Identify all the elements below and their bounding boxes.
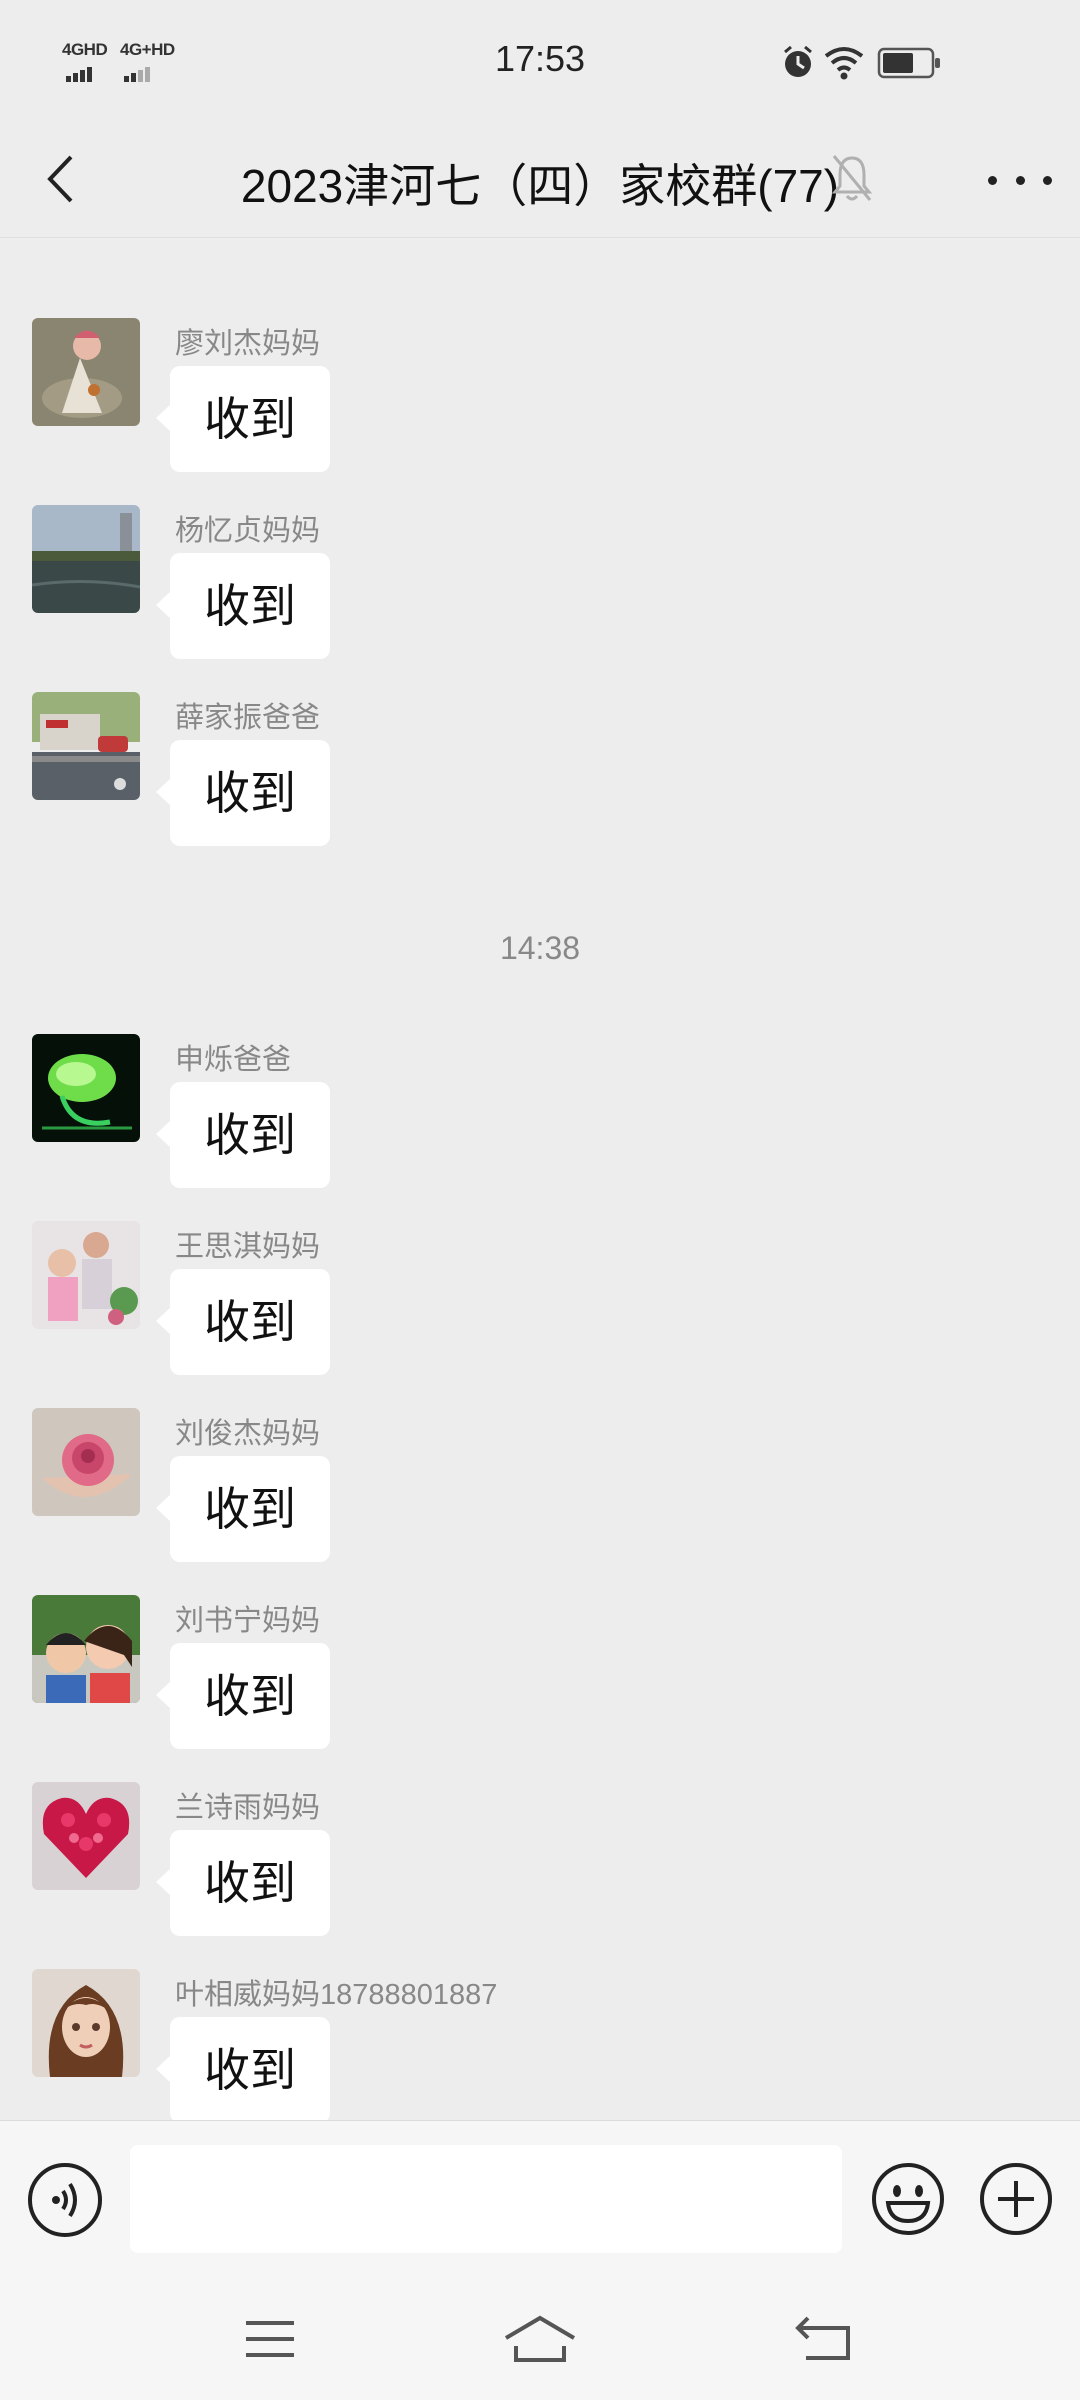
- plus-button[interactable]: [978, 2161, 1054, 2237]
- message-item: 廖刘杰妈妈 收到: [0, 318, 1080, 505]
- message-bubble[interactable]: 收到: [156, 553, 330, 659]
- voice-icon: [52, 2182, 77, 2218]
- more-icon: [988, 175, 997, 185]
- message-input[interactable]: [130, 2145, 842, 2253]
- chat-header: 2023津河七（四）家校群(77): [0, 120, 1080, 238]
- message-item: 叶相威妈妈18788801887 收到: [0, 1969, 1080, 2120]
- avatar[interactable]: [32, 1782, 140, 1890]
- avatar[interactable]: [32, 318, 140, 426]
- sender-name: 王思淇妈妈: [175, 1231, 321, 1263]
- message-bubble[interactable]: 收到: [156, 2017, 330, 2120]
- chat-timestamp: 14:38: [499, 930, 581, 966]
- message-bubble[interactable]: 收到: [156, 1456, 330, 1562]
- avatar[interactable]: [32, 505, 140, 613]
- status-bar: 4GHD 4G+HD 17:53: [0, 0, 1080, 120]
- more-button[interactable]: [988, 160, 1052, 200]
- sender-name: 申烁爸爸: [175, 1044, 292, 1076]
- home-icon: [504, 2315, 576, 2362]
- message-item: 薛家振爸爸 收到: [0, 692, 1080, 879]
- chat-screen: 4GHD 4G+HD 17:53 2023津河七（四）家校群(77) 廖刘杰妈妈…: [0, 0, 1080, 2400]
- message-bubble[interactable]: 收到: [156, 1830, 330, 1936]
- mute-bell-icon: [830, 150, 874, 206]
- message-bubble[interactable]: 收到: [156, 1082, 330, 1188]
- avatar[interactable]: [32, 1969, 140, 2077]
- avatar[interactable]: [32, 1221, 140, 1329]
- message-item: 申烁爸爸 收到: [0, 1034, 1080, 1221]
- message-item: 王思淇妈妈 收到: [0, 1221, 1080, 1408]
- nav-menu-button[interactable]: [230, 2304, 310, 2374]
- back-nav-icon: [795, 2316, 850, 2360]
- nav-home-button[interactable]: [500, 2304, 580, 2374]
- message-item: 兰诗雨妈妈 收到: [0, 1782, 1080, 1969]
- message-bubble[interactable]: 收到: [156, 366, 330, 472]
- menu-icon: [246, 2321, 294, 2357]
- sender-name: 刘书宁妈妈: [175, 1605, 321, 1637]
- avatar[interactable]: [32, 1034, 140, 1142]
- message-bubble[interactable]: 收到: [156, 1269, 330, 1375]
- message-bubble[interactable]: 收到: [156, 1643, 330, 1749]
- alarm-icon: [784, 45, 812, 77]
- status-icons: [780, 44, 950, 80]
- avatar[interactable]: [32, 1408, 140, 1516]
- sender-name: 薛家振爸爸: [175, 702, 321, 734]
- chat-title-wrap: 2023津河七（四）家校群(77): [0, 150, 1080, 216]
- input-bar: [0, 2120, 1080, 2280]
- sender-name: 兰诗雨妈妈: [175, 1792, 321, 1824]
- chat-messages[interactable]: 收到 廖刘杰妈妈 收到: [0, 238, 1080, 2120]
- message-item: 刘书宁妈妈 收到: [0, 1595, 1080, 1782]
- sender-name: 廖刘杰妈妈: [175, 328, 321, 360]
- nav-back-button[interactable]: [784, 2304, 864, 2374]
- message-bubble[interactable]: 收到: [156, 740, 330, 846]
- sender-name: 叶相威妈妈18788801887: [175, 1979, 498, 2011]
- sender-name: 刘俊杰妈妈: [175, 1418, 321, 1450]
- sender-name: 杨忆贞妈妈: [175, 515, 321, 547]
- message-item: 杨忆贞妈妈 收到: [0, 505, 1080, 692]
- chat-title[interactable]: 2023津河七（四）家校群(77): [241, 150, 839, 216]
- plus-icon: [980, 2163, 1052, 2235]
- message-item: 刘俊杰妈妈 收到: [0, 1408, 1080, 1595]
- emoji-button[interactable]: [870, 2161, 946, 2237]
- wifi-icon: [824, 47, 864, 80]
- battery-icon: [877, 47, 940, 79]
- message-item: 收到: [0, 238, 1080, 271]
- emoji-icon: [872, 2163, 944, 2235]
- voice-button[interactable]: [28, 2163, 102, 2237]
- system-nav-bar: [0, 2280, 1080, 2400]
- avatar[interactable]: [32, 1595, 140, 1703]
- avatar[interactable]: [32, 692, 140, 800]
